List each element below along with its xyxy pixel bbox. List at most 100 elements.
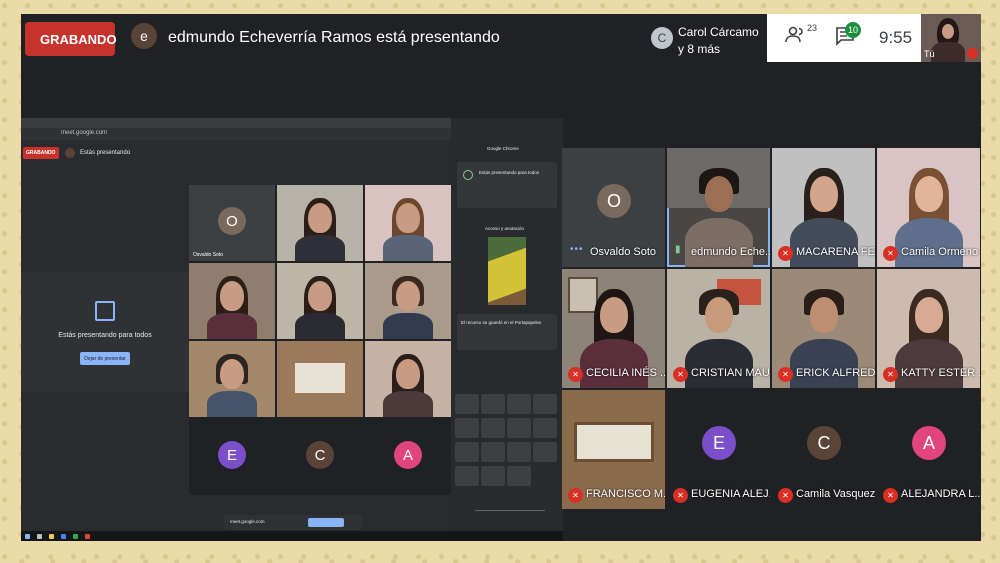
participant-name: CRISTIAN MAU... bbox=[691, 367, 770, 379]
browser-address-bar: meet.google.com bbox=[21, 128, 451, 140]
bookshelf-image bbox=[574, 422, 654, 462]
participant-name: Camila Ormeno bbox=[901, 246, 979, 258]
side-panel-present-text: Estás presentando para todos bbox=[479, 170, 540, 175]
app-icon bbox=[85, 534, 90, 539]
quick-setting-tile bbox=[455, 442, 479, 462]
presenting-notice-card: Estás presentando para todos bbox=[457, 162, 557, 208]
shared-screen: meet.google.com GRABANDO Estás presentan… bbox=[21, 118, 563, 541]
face bbox=[308, 203, 332, 233]
self-view[interactable]: Tú bbox=[921, 14, 981, 62]
quick-setting-tile bbox=[533, 442, 557, 462]
participant-name: CECILIA INÉS ... bbox=[586, 367, 665, 379]
quick-setting-tile bbox=[533, 418, 557, 438]
body bbox=[685, 218, 753, 267]
face bbox=[705, 176, 733, 212]
participant-name: ALEJANDRA L... bbox=[901, 488, 980, 500]
clipboard-text: El recurso se guardó en el Portapapeles bbox=[461, 320, 542, 325]
mic-off-icon: ✕ bbox=[883, 488, 898, 503]
meet-window: GRABANDO e edmundo Echeverría Ramos está… bbox=[21, 14, 981, 541]
presenter-avatar: e bbox=[131, 23, 157, 49]
clock: 9:55 bbox=[879, 28, 913, 47]
participant-tile[interactable]: ✕ CECILIA INÉS ... bbox=[562, 269, 665, 388]
face bbox=[810, 297, 838, 333]
mic-off-icon: ✕ bbox=[568, 367, 583, 382]
speaking-icon: ▮ bbox=[675, 244, 682, 255]
quick-setting-tile bbox=[507, 442, 531, 462]
mic-off-icon: ✕ bbox=[883, 246, 898, 261]
participant-tile[interactable]: C ✕ Camila Vasquez bbox=[772, 390, 875, 509]
face bbox=[600, 297, 628, 333]
shelf-image bbox=[295, 363, 345, 393]
share-bar-text: meet.google.com bbox=[230, 519, 265, 524]
avatar: C bbox=[306, 441, 334, 469]
mini-tile: E bbox=[189, 419, 275, 495]
self-video bbox=[931, 18, 965, 62]
mini-tile: C bbox=[277, 419, 363, 495]
mini-tile bbox=[365, 185, 451, 261]
avatar: O bbox=[597, 184, 631, 218]
avatar: C bbox=[807, 426, 841, 460]
quick-setting-tile bbox=[507, 418, 531, 438]
stop-sharing-button bbox=[308, 518, 344, 527]
people-button[interactable]: 23 bbox=[785, 23, 817, 49]
participant-name: FRANCISCO M... bbox=[586, 488, 665, 500]
mini-tile bbox=[189, 341, 275, 417]
mic-off-icon[interactable] bbox=[967, 48, 978, 59]
mini-presenting-label: Estás presentando bbox=[80, 150, 131, 156]
participant-tile[interactable]: ✕ CRISTIAN MAU... bbox=[667, 269, 770, 388]
quick-setting-tile bbox=[481, 442, 505, 462]
mic-off-icon: ✕ bbox=[673, 367, 688, 382]
body bbox=[383, 235, 433, 261]
present-screen-icon bbox=[95, 301, 115, 321]
quick-setting-tile bbox=[507, 394, 531, 414]
quick-setting-tile bbox=[507, 466, 531, 486]
participant-tile[interactable]: ✕ KATTY ESTER ... bbox=[877, 269, 980, 388]
avatar: E bbox=[702, 426, 736, 460]
participant-tile[interactable]: A ✕ ALEJANDRA L... bbox=[877, 390, 980, 509]
body bbox=[207, 313, 257, 339]
participant-tile[interactable]: ✕ Camila Ormeno bbox=[877, 148, 980, 267]
presenting-status: edmundo Echeverría Ramos está presentand… bbox=[168, 29, 500, 46]
body bbox=[895, 339, 963, 388]
quick-setting-tile bbox=[455, 418, 479, 438]
avatar: E bbox=[218, 441, 246, 469]
face bbox=[396, 281, 420, 311]
face bbox=[396, 203, 420, 233]
side-panel-header: Google Chrome bbox=[487, 146, 519, 151]
people-summary-name: Carol Cárcamo bbox=[678, 25, 759, 39]
participant-tile[interactable]: ▮ edmundo Eche... bbox=[667, 148, 770, 267]
quick-setting-tile bbox=[455, 394, 479, 414]
face bbox=[308, 281, 332, 311]
body bbox=[295, 235, 345, 261]
participant-name: Camila Vasquez bbox=[796, 488, 875, 500]
mic-off-icon: ✕ bbox=[883, 367, 898, 382]
people-summary-more: y 8 más bbox=[678, 42, 721, 56]
face bbox=[220, 281, 244, 311]
participant-grid: O ••• Osvaldo Soto ▮ edmundo Eche... ✕ M… bbox=[562, 148, 981, 541]
mini-participant-grid: O Osvaldo Soto E C A bbox=[189, 185, 451, 495]
body bbox=[895, 218, 963, 267]
participants-count: 23 bbox=[807, 23, 818, 33]
avatar: O bbox=[218, 207, 246, 235]
participant-tile[interactable]: E ✕ EUGENIA ALEJ... bbox=[667, 390, 770, 509]
start-icon bbox=[25, 534, 30, 539]
participant-name: KATTY ESTER ... bbox=[901, 367, 980, 379]
mini-tile bbox=[277, 185, 363, 261]
people-icon bbox=[785, 26, 803, 43]
recording-badge[interactable]: GRABANDO bbox=[25, 22, 117, 56]
participant-tile[interactable]: ✕ ERICK ALFRED... bbox=[772, 269, 875, 388]
participant-tile[interactable]: ✕ MACARENA FE... bbox=[772, 148, 875, 267]
presenting-message: Estás presentando para todos bbox=[58, 332, 152, 339]
avatar: C bbox=[651, 27, 673, 49]
quick-setting-tile bbox=[481, 418, 505, 438]
mini-recording-badge: GRABANDO bbox=[23, 147, 59, 159]
body bbox=[383, 391, 433, 417]
participant-tile[interactable]: ✕ FRANCISCO M... bbox=[562, 390, 665, 509]
clipboard-notice-card: El recurso se guardó en el Portapapeles bbox=[457, 314, 557, 350]
annotation-image bbox=[488, 237, 526, 305]
quick-setting-tile bbox=[481, 466, 505, 486]
participant-name: EUGENIA ALEJ... bbox=[691, 488, 770, 500]
people-summary[interactable]: C Carol Cárcamo y 8 más bbox=[647, 18, 769, 62]
body bbox=[790, 218, 858, 267]
participant-tile[interactable]: O ••• Osvaldo Soto bbox=[562, 148, 665, 267]
